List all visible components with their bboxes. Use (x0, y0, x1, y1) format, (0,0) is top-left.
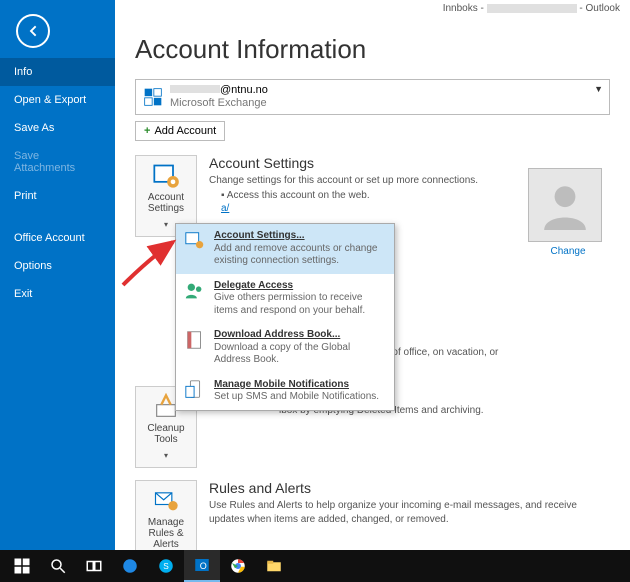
page-title: Account Information (135, 34, 610, 65)
redacted (487, 4, 577, 13)
account-selector[interactable]: @ntnu.no Microsoft Exchange ▼ (135, 79, 610, 115)
account-settings-icon (184, 230, 206, 252)
dd-account-settings[interactable]: Account Settings...Add and remove accoun… (176, 224, 394, 274)
account-email: @ntnu.no (170, 84, 268, 97)
sidebar-item-exit[interactable]: Exit (0, 280, 115, 308)
dd-sub: Give others permission to receive items … (214, 292, 386, 317)
sidebar-item-save-attachments: Save Attachments (0, 142, 115, 182)
back-button[interactable] (16, 14, 50, 48)
people-icon (184, 280, 206, 302)
dd-sub: Download a copy of the Global Address Bo… (214, 342, 386, 367)
dd-title: Account Settings... (214, 230, 386, 243)
dd-sub: Set up SMS and Mobile Notifications. (214, 391, 379, 404)
plus-icon: + (144, 125, 150, 137)
sidebar-item-open-export[interactable]: Open & Export (0, 86, 115, 114)
chevron-down-icon: ▾ (164, 220, 168, 229)
sidebar-item-office-account[interactable]: Office Account (0, 224, 115, 252)
owa-link[interactable]: a/ (221, 203, 229, 214)
edge-button[interactable] (112, 550, 148, 582)
mobile-icon (184, 379, 206, 401)
start-button[interactable] (4, 550, 40, 582)
chevron-down-icon: ▾ (164, 451, 168, 460)
dd-title: Manage Mobile Notifications (214, 379, 379, 392)
sidebar-item-options[interactable]: Options (0, 252, 115, 280)
sidebar-item-save-as[interactable]: Save As (0, 114, 115, 142)
outlook-button[interactable]: O (184, 550, 220, 582)
skype-button[interactable]: S (148, 550, 184, 582)
avatar-placeholder (528, 168, 602, 242)
add-account-button[interactable]: + Add Account (135, 121, 225, 141)
account-settings-icon (152, 162, 180, 190)
tile-label: Cleanup Tools (138, 423, 194, 445)
add-account-label: Add Account (154, 125, 216, 137)
sidebar-item-info[interactable]: Info (0, 58, 115, 86)
dd-mobile-notifications[interactable]: Manage Mobile NotificationsSet up SMS an… (176, 373, 394, 410)
title-left: Innboks - (443, 3, 484, 14)
windows-taskbar: S O (0, 550, 630, 582)
dd-download-address-book[interactable]: Download Address Book...Download a copy … (176, 323, 394, 373)
svg-text:O: O (200, 561, 207, 571)
search-button[interactable] (40, 550, 76, 582)
dd-sub: Add and remove accounts or change existi… (214, 243, 386, 268)
avatar-area: Change (528, 168, 608, 257)
task-view-button[interactable] (76, 550, 112, 582)
address-book-icon (184, 329, 206, 351)
tile-label: Account Settings (138, 192, 194, 214)
backstage-sidebar: Info Open & Export Save As Save Attachme… (0, 0, 115, 550)
exchange-icon (142, 86, 164, 108)
dd-title: Download Address Book... (214, 329, 386, 342)
sidebar-item-print[interactable]: Print (0, 182, 115, 210)
change-photo-link[interactable]: Change (528, 246, 608, 257)
explorer-button[interactable] (256, 550, 292, 582)
tile-label: Manage Rules & Alerts (138, 517, 194, 550)
dd-title: Delegate Access (214, 280, 386, 293)
chevron-down-icon[interactable]: ▼ (594, 84, 603, 94)
account-settings-dropdown: Account Settings...Add and remove accoun… (175, 223, 395, 411)
rules-heading: Rules and Alerts (209, 480, 610, 496)
rules-icon (152, 487, 180, 515)
dd-delegate-access[interactable]: Delegate AccessGive others permission to… (176, 274, 394, 324)
title-right: - Outlook (579, 3, 620, 14)
rules-alerts-tile[interactable]: Manage Rules & Alerts (135, 480, 197, 550)
account-type: Microsoft Exchange (170, 97, 268, 110)
chrome-button[interactable] (220, 550, 256, 582)
svg-text:S: S (163, 562, 169, 571)
rules-body: Use Rules and Alerts to help organize yo… (209, 499, 610, 527)
